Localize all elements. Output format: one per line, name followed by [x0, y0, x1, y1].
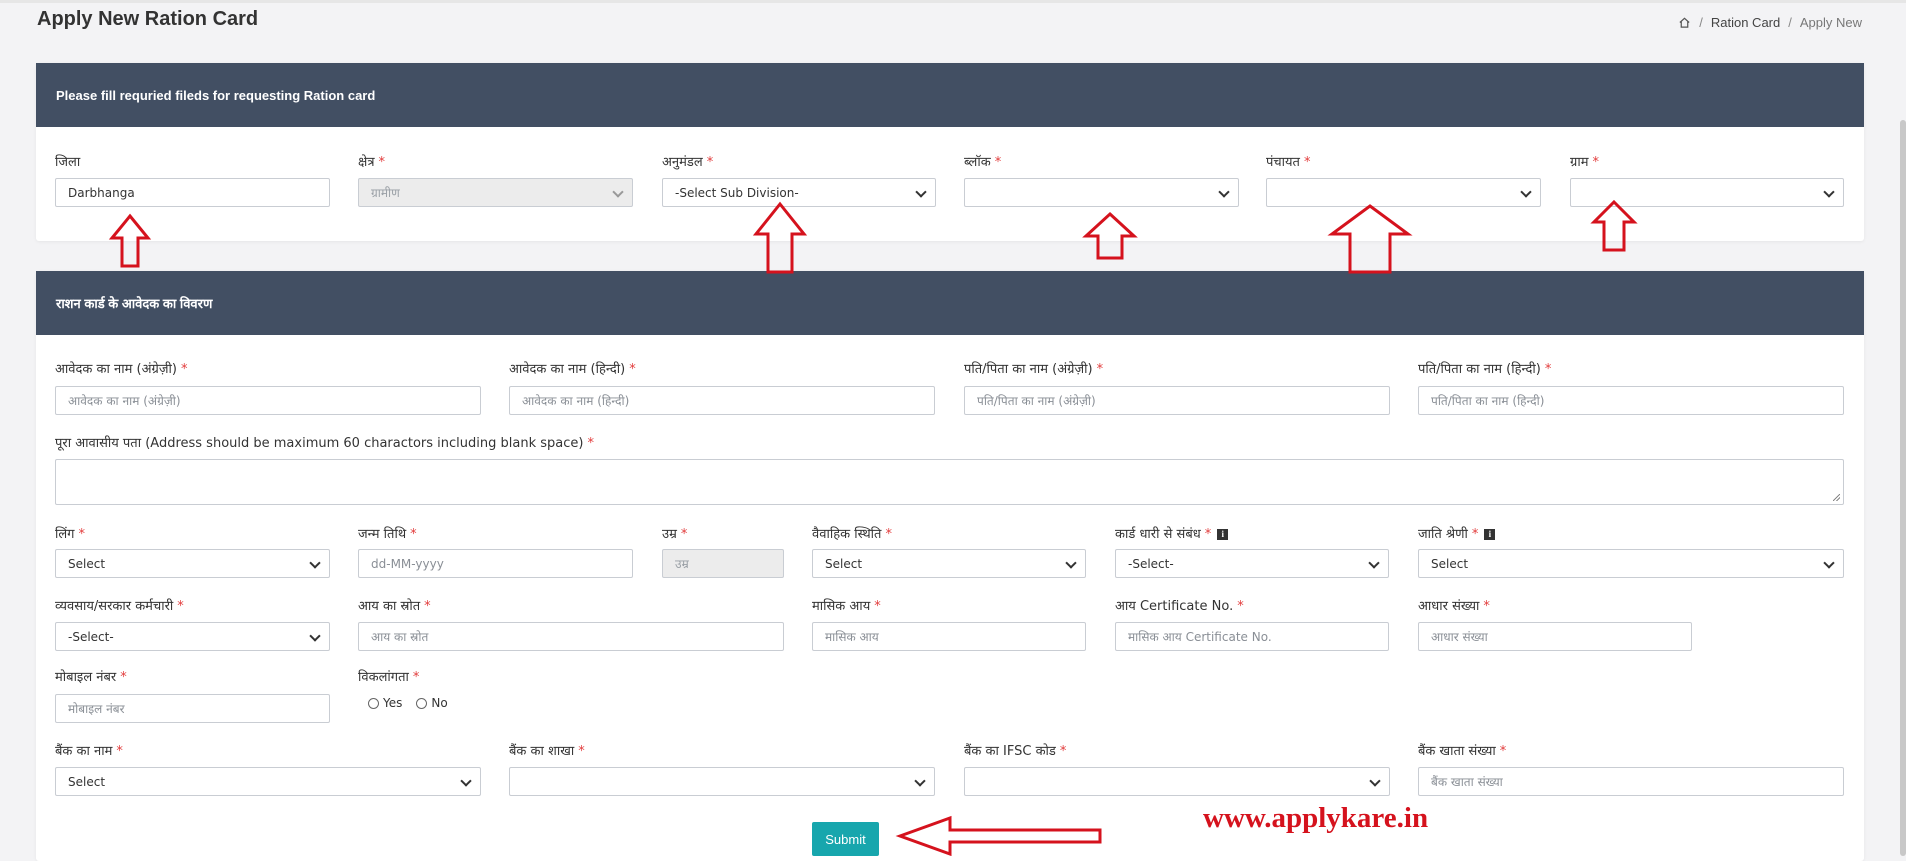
watermark-text: www.applykare.in: [1203, 802, 1429, 834]
area-label: क्षेत्र *: [358, 155, 385, 170]
page-title: Apply New Ration Card: [37, 8, 259, 30]
age-label: उम्र *: [662, 527, 688, 542]
submit-button[interactable]: Submit: [812, 822, 879, 856]
disability-no-radio[interactable]: [416, 697, 428, 709]
breadcrumb-ration-card[interactable]: Ration Card: [1711, 15, 1780, 30]
breadcrumb-apply-new: Apply New: [1799, 15, 1862, 30]
gender-select[interactable]: Select: [55, 549, 330, 578]
occupation-select[interactable]: -Select-: [55, 622, 330, 651]
caste-select[interactable]: Select: [1418, 549, 1844, 578]
age-input[interactable]: उम्र: [662, 549, 784, 578]
father-name-en-input[interactable]: पति/पिता का नाम (अंग्रेज़ी): [964, 386, 1390, 415]
panchayat-select[interactable]: [1266, 178, 1541, 207]
applicant-name-hi-label: आवेदक का नाम (हिन्दी) *: [509, 362, 636, 377]
home-icon[interactable]: [1678, 16, 1691, 29]
dob-label: जन्म तिथि *: [358, 527, 417, 542]
bank-ifsc-label: बैंक का IFSC कोड *: [964, 744, 1067, 759]
marital-status-label: वैवाहिक स्थिति *: [812, 527, 892, 542]
bank-branch-label: बैंक का शाखा *: [509, 744, 585, 759]
breadcrumb: / Ration Card / Apply New: [1678, 15, 1862, 30]
top-border: [0, 0, 1906, 3]
caste-label: जाति श्रेणी * i: [1418, 524, 1496, 542]
aadhar-input[interactable]: आधार संख्या: [1418, 622, 1692, 651]
occupation-label: व्यवसाय/सरकार कर्मचारी *: [55, 599, 184, 614]
mobile-label: मोबाइल नंबर *: [55, 670, 127, 685]
breadcrumb-separator: /: [1788, 15, 1792, 30]
relation-label: कार्ड धारी से संबंध * i: [1115, 524, 1229, 542]
income-source-input[interactable]: आय का स्रोत: [358, 622, 784, 651]
applicant-name-en-label: आवेदक का नाम (अंग्रेज़ी) *: [55, 362, 188, 377]
district-input[interactable]: Darbhanga: [55, 178, 330, 207]
village-select[interactable]: [1570, 178, 1844, 207]
info-icon[interactable]: i: [1217, 529, 1229, 540]
panchayat-label: पंचायत *: [1266, 155, 1311, 170]
bank-branch-select[interactable]: [509, 767, 935, 796]
sub-division-select[interactable]: -Select Sub Division-: [662, 178, 936, 207]
disability-yes-label: Yes: [383, 696, 403, 710]
bank-name-select[interactable]: Select: [55, 767, 481, 796]
village-label: ग्राम *: [1570, 155, 1599, 170]
monthly-income-input[interactable]: मासिक आय: [812, 622, 1086, 651]
disability-yes-radio[interactable]: [368, 697, 379, 709]
aadhar-label: आधार संख्या *: [1418, 599, 1490, 614]
info-icon[interactable]: i: [1484, 529, 1496, 540]
applicant-card-header: राशन कार्ड के आवेदक का विवरण: [36, 271, 1864, 335]
area-select[interactable]: ग्रामीण: [358, 178, 633, 207]
father-name-hi-input[interactable]: पति/पिता का नाम (हिन्दी): [1418, 386, 1844, 415]
block-select[interactable]: [964, 178, 1239, 207]
disability-radio-group: Yes No: [368, 696, 448, 710]
bank-ifsc-select[interactable]: [964, 767, 1390, 796]
bank-account-input[interactable]: बैंक खाता संख्या: [1418, 767, 1844, 796]
gender-label: लिंग *: [55, 527, 86, 542]
district-label: जिला: [55, 155, 81, 170]
relation-select[interactable]: -Select-: [1115, 549, 1389, 578]
location-card-header: Please fill requried fileds for requesti…: [36, 63, 1864, 127]
applicant-name-hi-input[interactable]: आवेदक का नाम (हिन्दी): [509, 386, 935, 415]
bank-name-label: बैंक का नाम *: [55, 744, 123, 759]
disability-no-label: No: [431, 696, 448, 710]
address-textarea[interactable]: [55, 459, 1844, 505]
applicant-name-en-input[interactable]: आवेदक का नाम (अंग्रेज़ी): [55, 386, 481, 415]
bank-account-label: बैंक खाता संख्या *: [1418, 744, 1507, 759]
dob-input[interactable]: dd-MM-yyyy: [358, 549, 633, 578]
scrollbar[interactable]: [1900, 120, 1906, 856]
father-name-hi-label: पति/पिता का नाम (हिन्दी) *: [1418, 362, 1552, 377]
father-name-en-label: पति/पिता का नाम (अंग्रेज़ी) *: [964, 362, 1104, 377]
disability-label: विकलांगता *: [358, 670, 420, 685]
breadcrumb-separator: /: [1699, 15, 1703, 30]
block-label: ब्लॉक *: [964, 155, 1002, 170]
income-certificate-label: आय Certificate No. *: [1115, 599, 1244, 614]
sub-division-label: अनुमंडल *: [662, 155, 714, 170]
income-certificate-input[interactable]: मासिक आय Certificate No.: [1115, 622, 1389, 651]
address-label: पूरा आवासीय पता (Address should be maxim…: [55, 436, 594, 451]
marital-status-select[interactable]: Select: [812, 549, 1086, 578]
income-source-label: आय का स्रोत *: [358, 599, 431, 614]
mobile-input[interactable]: मोबाइल नंबर: [55, 694, 330, 723]
monthly-income-label: मासिक आय *: [812, 599, 881, 614]
